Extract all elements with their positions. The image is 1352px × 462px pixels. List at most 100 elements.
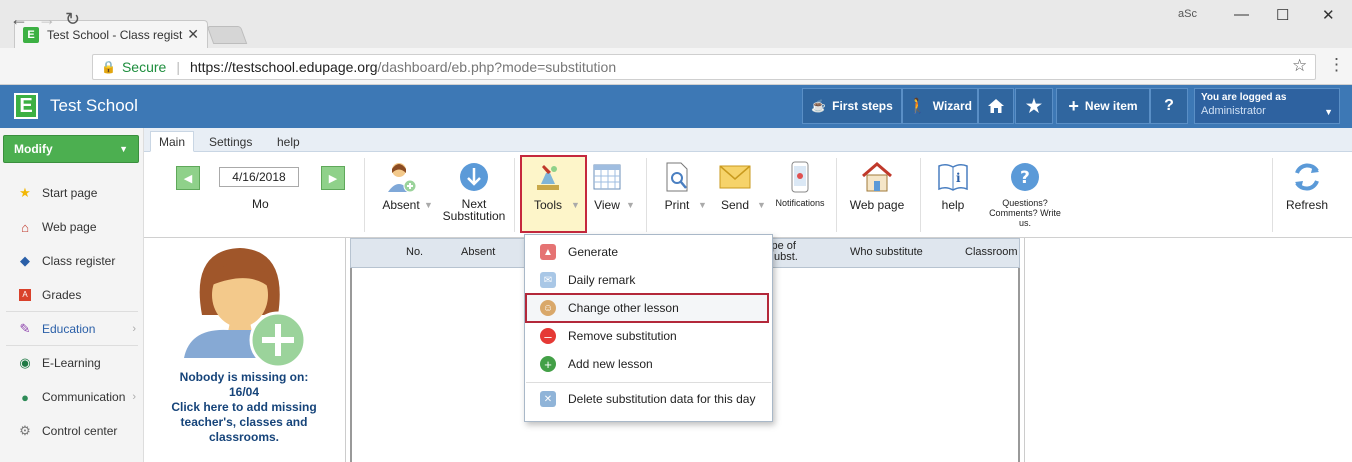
maximize-icon[interactable]: ☐ [1276,6,1289,24]
absent-dropdown-icon[interactable]: ▼ [424,200,433,210]
add-missing-link[interactable]: Nobody is missing on: 16/04 Click here t… [158,370,330,445]
user-name: Administrator [1201,105,1266,117]
change-lesson-icon: ☺ [540,300,556,316]
column-header-who-substitute[interactable]: Who substitute [850,246,923,258]
missing-line-2: 16/04 [228,385,260,399]
tools-label: Tools [533,198,562,212]
column-header-no[interactable]: No. [406,246,423,258]
menu-item-change-other-lesson[interactable]: ☺ Change other lesson [524,295,773,321]
questions-button[interactable]: ? Questions? Comments? Write us. [986,160,1064,228]
new-item-button[interactable]: + New item [1056,88,1150,124]
edupage-logo-icon[interactable]: E [14,93,38,119]
triangle-left-icon: ◀ [183,172,193,185]
weekday-label: Mo [252,197,269,211]
generate-icon: ▲ [540,244,556,260]
minimize-icon[interactable]: — [1234,6,1249,23]
date-field[interactable]: 4/16/2018 [219,167,299,187]
bookmark-star-icon[interactable]: ☆ [1292,56,1307,76]
menu-item-daily-remark[interactable]: ✉ Daily remark [524,267,773,293]
wizard-label: Wizard [932,99,972,113]
send-button[interactable]: Send [718,160,752,212]
view-dropdown-icon[interactable]: ▼ [626,200,635,210]
profile-badge[interactable]: aSc [1178,8,1197,20]
send-dropdown-icon[interactable]: ▼ [757,200,766,210]
modify-button[interactable]: Modify ▼ [3,135,139,163]
teacher-absent-icon [384,160,418,194]
remark-icon: ✉ [540,272,556,288]
tools-button[interactable]: Tools [528,160,568,212]
help-book-button[interactable]: i help [936,160,970,212]
menu-item-add-new-lesson[interactable]: + Add new lesson [524,351,773,377]
view-label: View [594,198,620,212]
next-day-button[interactable]: ▶ [321,166,345,190]
column-header-absent[interactable]: Absent [461,246,495,258]
reload-icon[interactable]: ↻ [65,9,80,30]
school-title[interactable]: Test School [50,96,138,116]
help-button[interactable]: ? [1150,88,1188,124]
first-steps-button[interactable]: ☕ First steps [802,88,902,124]
menu-item-remove-substitution[interactable]: – Remove substitution [524,323,773,349]
questions-label-1: Questions? [1002,198,1048,208]
ribbon-tab-bar [144,128,1352,152]
tools-icon [531,160,565,194]
chevron-down-icon: ▼ [1324,107,1333,117]
panel-divider [1024,238,1025,462]
coffee-icon: ☕ [811,99,827,113]
tools-dropdown-icon[interactable]: ▼ [571,200,580,210]
previous-day-button[interactable]: ◀ [176,166,200,190]
sidebar-item-class-register[interactable]: ◆ Class register [0,247,144,275]
print-dropdown-icon[interactable]: ▼ [698,200,707,210]
notifications-button[interactable]: Notifications [772,160,828,208]
tab-settings[interactable]: Settings [201,131,260,152]
menu-item-generate[interactable]: ▲ Generate [524,239,773,265]
missing-line-4: teacher's, classes and [180,415,308,429]
view-button[interactable]: View [592,160,622,212]
sidebar-item-communication[interactable]: ● Communication › [0,383,144,411]
close-window-icon[interactable]: ✕ [1322,6,1335,24]
browser-menu-icon[interactable]: ⋮ [1328,55,1345,75]
forward-icon[interactable]: → [38,9,56,30]
sidebar-item-web-page[interactable]: ⌂ Web page [0,213,144,241]
add-missing-avatar[interactable] [180,240,310,370]
wizard-button[interactable]: 🚶 Wizard [902,88,978,124]
home-icon [988,99,1004,113]
questions-label-3: us. [1018,218,1031,228]
chevron-right-icon: › [132,391,136,403]
new-tab-button[interactable] [206,26,248,44]
url-path: /dashboard/eb.php?mode=substitution [377,59,617,75]
menu-divider [526,382,771,383]
sidebar-item-start-page[interactable]: ★ Start page [0,179,144,207]
star-icon: ★ [19,185,31,200]
tab-main[interactable]: Main [150,131,195,152]
print-button[interactable]: Print [660,160,694,212]
sidebar-item-education[interactable]: ✎ Education › [0,315,144,343]
absent-button[interactable]: Absent [378,160,424,212]
tab-help[interactable]: help [269,131,308,152]
address-bar[interactable]: 🔒 Secure | https://testschool.edupage.or… [92,54,1316,80]
column-header-type-line-2[interactable]: ubst. [774,252,798,263]
sidebar-item-grades[interactable]: A Grades [0,281,144,309]
web-page-button[interactable]: Web page [848,160,906,212]
close-tab-icon[interactable]: ✕ [187,26,199,43]
grid-view-icon [590,160,624,194]
sidebar-item-e-learning[interactable]: ◉ E-Learning [0,349,144,377]
back-icon[interactable]: ← [10,9,28,30]
sidebar-item-label: Communication [42,390,126,404]
secure-label: Secure [121,59,167,75]
home-button[interactable] [978,88,1014,124]
next-substitution-button[interactable]: Next Substitution [440,160,508,222]
phone-notification-icon [783,160,817,194]
favorites-button[interactable]: ★ [1015,88,1053,124]
web-page-label: Web page [849,198,905,212]
lock-icon: 🔒 [101,60,116,74]
user-menu[interactable]: You are logged as Administrator ▼ [1194,88,1340,124]
sidebar-item-label: Web page [42,220,97,234]
send-label: Send [720,198,750,212]
refresh-button[interactable]: Refresh [1284,160,1330,212]
column-header-classroom[interactable]: Classroom [965,246,1018,258]
sidebar-item-label: Class register [42,254,116,268]
sidebar-divider [6,345,138,346]
sidebar-item-control-center[interactable]: ⚙ Control center [0,417,144,445]
ribbon-divider [514,158,515,232]
menu-item-delete-substitution-data[interactable]: ✕ Delete substitution data for this day [524,386,773,412]
